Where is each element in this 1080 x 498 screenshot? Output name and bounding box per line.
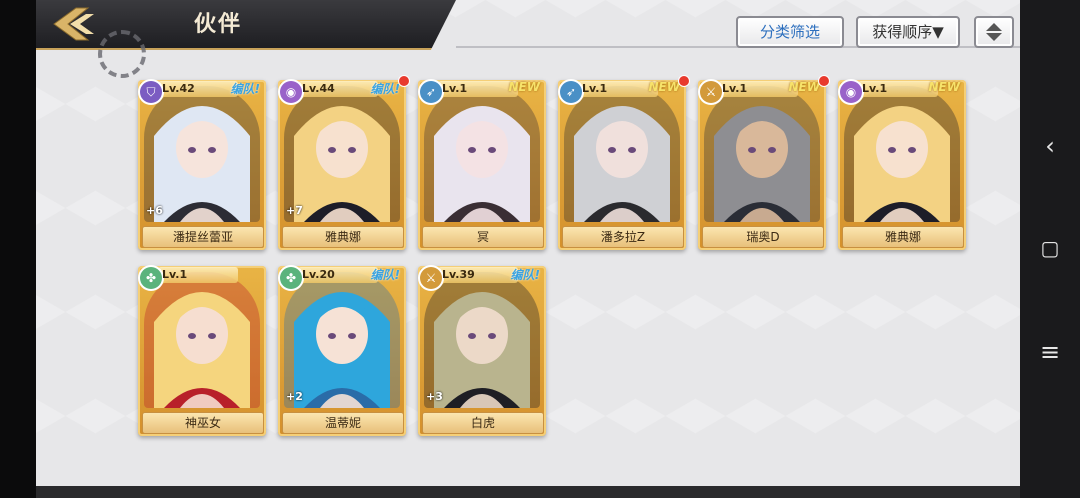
filter-button[interactable]: 分类筛选 bbox=[736, 16, 844, 48]
clover-icon: ✤ bbox=[280, 267, 302, 289]
level-label: Lv.1 bbox=[162, 268, 188, 281]
enhance-level: +2 bbox=[286, 390, 303, 403]
bottom-edge bbox=[36, 486, 1020, 498]
enhance-level: +3 bbox=[426, 390, 443, 403]
partner-card[interactable]: ⚔ Lv.1 NEW 瑞奥D bbox=[698, 76, 829, 250]
level-label: Lv.42 bbox=[162, 82, 195, 95]
in-team-badge: 编队! bbox=[510, 268, 540, 282]
level-label: Lv.1 bbox=[862, 82, 888, 95]
back-arrow-icon bbox=[53, 7, 94, 41]
new-badge: NEW bbox=[928, 80, 960, 94]
character-name: 雅典娜 bbox=[282, 226, 404, 248]
new-badge: NEW bbox=[648, 80, 680, 94]
character-portrait bbox=[144, 86, 260, 222]
character-portrait bbox=[284, 86, 400, 222]
character-name: 白虎 bbox=[422, 412, 544, 434]
character-portrait bbox=[424, 272, 540, 408]
level-label: Lv.1 bbox=[722, 82, 748, 95]
character-portrait bbox=[844, 86, 960, 222]
level-label: Lv.39 bbox=[442, 268, 475, 281]
level-label: Lv.44 bbox=[302, 82, 335, 95]
level-label: Lv.1 bbox=[582, 82, 608, 95]
character-name: 瑞奥D bbox=[702, 226, 824, 248]
level-label: Lv.20 bbox=[302, 268, 335, 281]
partner-screen: 伙伴 分类筛选 获得顺序▼ ⛉ Lv.42 编队! +6 潘提丝蕾亚 ◉ Lv.44 编队! +… bbox=[36, 0, 1020, 486]
notification-dot bbox=[819, 76, 829, 86]
partner-card[interactable]: ⚔ Lv.39 编队! +3 白虎 bbox=[418, 266, 546, 436]
in-team-badge: 编队! bbox=[370, 268, 400, 282]
sort-direction-button[interactable] bbox=[974, 16, 1014, 48]
character-portrait bbox=[564, 86, 680, 222]
system-menu-button[interactable]: ≡ bbox=[1020, 332, 1080, 372]
partner-card[interactable]: ◉ Lv.44 编队! +7 雅典娜 bbox=[278, 76, 409, 250]
character-name: 雅典娜 bbox=[842, 226, 964, 248]
shield-icon: ⛉ bbox=[140, 81, 162, 103]
notification-dot bbox=[679, 76, 689, 86]
level-label: Lv.1 bbox=[442, 82, 468, 95]
character-portrait bbox=[424, 86, 540, 222]
partner-card[interactable]: ➶ Lv.1 NEW 潘多拉Z bbox=[558, 76, 689, 250]
enhance-level: +7 bbox=[286, 204, 303, 217]
character-name: 神巫女 bbox=[142, 412, 264, 434]
partner-card[interactable]: ➶ Lv.1 NEW 冥 bbox=[418, 80, 546, 250]
orb-icon: ◉ bbox=[280, 81, 302, 103]
partner-card[interactable]: ◉ Lv.1 NEW 雅典娜 bbox=[838, 80, 966, 250]
character-portrait bbox=[144, 272, 260, 408]
system-nav-bar: ‹ ▢ ≡ bbox=[1020, 0, 1080, 498]
character-name: 潘多拉Z bbox=[562, 226, 684, 248]
character-name: 冥 bbox=[422, 226, 544, 248]
system-back-button[interactable]: ‹ bbox=[1020, 126, 1080, 166]
sword-icon: ⚔ bbox=[420, 267, 442, 289]
orb-icon: ◉ bbox=[840, 81, 862, 103]
sword-icon: ⚔ bbox=[700, 81, 722, 103]
character-portrait bbox=[284, 272, 400, 408]
character-name: 潘提丝蕾亚 bbox=[142, 226, 264, 248]
header: 伙伴 分类筛选 获得顺序▼ bbox=[36, 0, 1020, 78]
in-team-badge: 编队! bbox=[230, 82, 260, 96]
back-button[interactable] bbox=[46, 4, 110, 44]
bow-icon: ➶ bbox=[420, 81, 442, 103]
character-name: 温蒂妮 bbox=[282, 412, 404, 434]
partner-card[interactable]: ✤ Lv.1 神巫女 bbox=[138, 266, 266, 436]
bow-icon: ➶ bbox=[560, 81, 582, 103]
sort-order-button[interactable]: 获得顺序▼ bbox=[856, 16, 960, 48]
page-title: 伙伴 bbox=[194, 12, 243, 37]
up-down-arrow-icon bbox=[986, 23, 1002, 41]
notification-dot bbox=[399, 76, 409, 86]
left-screen-edge bbox=[0, 0, 36, 498]
partner-card[interactable]: ✤ Lv.20 编队! +2 温蒂妮 bbox=[278, 266, 406, 436]
partner-card[interactable]: ⛉ Lv.42 编队! +6 潘提丝蕾亚 bbox=[138, 80, 266, 250]
new-badge: NEW bbox=[788, 80, 820, 94]
in-team-badge: 编队! bbox=[370, 82, 400, 96]
new-badge: NEW bbox=[508, 80, 540, 94]
enhance-level: +6 bbox=[146, 204, 163, 217]
clover-icon: ✤ bbox=[140, 267, 162, 289]
system-home-button[interactable]: ▢ bbox=[1020, 228, 1080, 268]
character-portrait bbox=[704, 86, 820, 222]
